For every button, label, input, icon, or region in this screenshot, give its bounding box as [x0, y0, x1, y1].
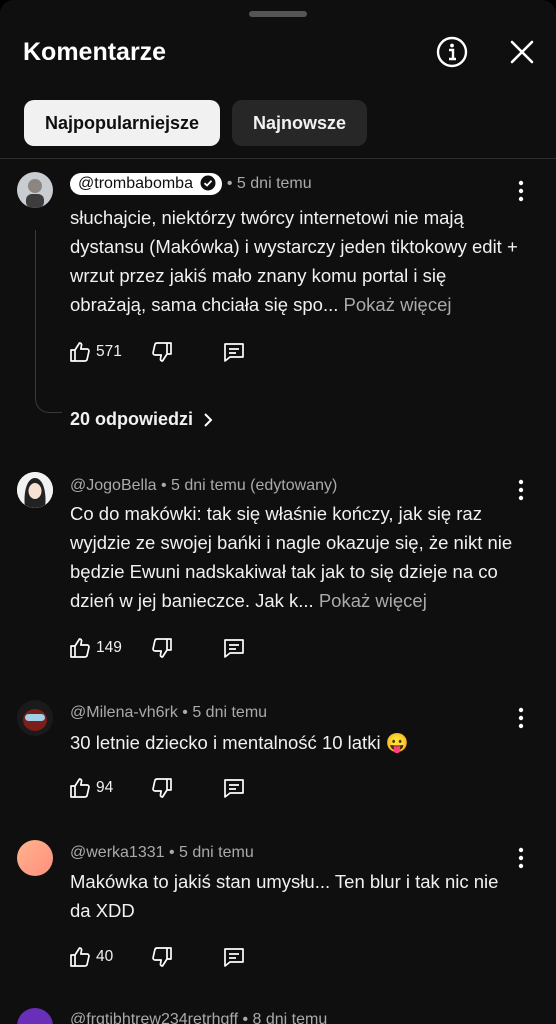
comment-meta: @Milena-vh6rk • 5 dni temu — [70, 704, 267, 722]
comment-meta: @frgtjbhtrew234retrhgff • 8 dni temu — [70, 1011, 327, 1024]
dislike-button[interactable] — [150, 633, 174, 663]
like-count: 571 — [96, 343, 122, 360]
drag-handle[interactable] — [249, 11, 307, 17]
comment-author[interactable]: @werka1331 — [70, 844, 165, 861]
close-icon — [510, 40, 534, 64]
more-actions-button[interactable] — [510, 178, 532, 204]
divider — [0, 158, 556, 159]
thumbs-down-icon — [152, 638, 172, 658]
avatar[interactable] — [17, 472, 53, 508]
reply-button[interactable] — [222, 633, 246, 663]
comment-time: • 5 dni temu (edytowany) — [160, 477, 338, 494]
reply-button[interactable] — [222, 773, 246, 803]
like-count: 149 — [96, 639, 122, 656]
comment-time: • 5 dni temu — [182, 704, 268, 721]
sort-chip-popular[interactable]: Najpopularniejsze — [24, 100, 220, 146]
reply-icon — [224, 343, 244, 362]
comment-author[interactable]: @Milena-vh6rk — [70, 704, 178, 721]
avatar[interactable] — [17, 840, 53, 876]
thumbs-up-icon — [70, 947, 90, 967]
author-chip[interactable]: @trombabomba — [70, 173, 223, 195]
dislike-button[interactable] — [150, 773, 174, 803]
sheet-title: Komentarze — [23, 38, 167, 66]
comment-author: @trombabomba — [78, 175, 193, 192]
comment-actions: 40 — [68, 942, 318, 972]
kebab-icon — [518, 180, 524, 202]
show-more-link[interactable]: Pokaż więcej — [319, 590, 427, 611]
comments-sheet: Komentarze Najpopularniejsze Najnowsze @… — [0, 0, 556, 1024]
sheet-header: Komentarze — [0, 28, 556, 80]
comment-body: Makówka to jakiś stan umysłu... Ten blur… — [70, 867, 520, 925]
sort-chips: Najpopularniejsze Najnowsze — [0, 100, 556, 148]
like-count: 94 — [96, 779, 114, 796]
like-button[interactable]: 149 — [68, 633, 122, 663]
avatar[interactable] — [17, 172, 53, 208]
comment-author[interactable]: @JogoBella — [70, 477, 157, 494]
comment-actions: 571 — [68, 337, 318, 367]
comment-body: słuchajcie, niektórzy twórcy internetowi… — [70, 203, 520, 319]
comment-text: Co do makówki: tak się właśnie kończy, j… — [70, 503, 513, 611]
comment-actions: 94 — [68, 773, 318, 803]
thread-line — [35, 230, 62, 413]
thumbs-down-icon — [152, 778, 172, 798]
comment-text: 30 letnie dziecko i mentalność 10 latki … — [70, 732, 409, 753]
info-button[interactable] — [436, 36, 468, 68]
comment-meta: @werka1331 • 5 dni temu — [70, 844, 254, 862]
comment-body: Co do makówki: tak się właśnie kończy, j… — [70, 499, 520, 615]
like-button[interactable]: 571 — [68, 337, 122, 367]
like-count: 40 — [96, 948, 114, 965]
comment-body: 30 letnie dziecko i mentalność 10 latki … — [70, 728, 520, 757]
avatar[interactable] — [17, 1008, 53, 1024]
comment-time: • 5 dni temu — [168, 844, 254, 861]
like-button[interactable]: 40 — [68, 942, 113, 972]
replies-link[interactable]: 20 odpowiedzi — [70, 409, 217, 430]
reply-icon — [224, 948, 244, 967]
show-more-link[interactable]: Pokaż więcej — [344, 294, 452, 315]
reply-icon — [224, 779, 244, 798]
comment-actions: 149 — [68, 633, 318, 663]
dislike-button[interactable] — [150, 337, 174, 367]
comment-time: • 5 dni temu — [226, 175, 312, 193]
comment-meta: @trombabomba • 5 dni temu — [70, 173, 312, 195]
thumbs-up-icon — [70, 778, 90, 798]
thumbs-up-icon — [70, 638, 90, 658]
reply-button[interactable] — [222, 942, 246, 972]
thumbs-up-icon — [70, 342, 90, 362]
like-button[interactable]: 94 — [68, 773, 113, 803]
sort-chip-newest[interactable]: Najnowsze — [232, 100, 367, 146]
comment-text: Makówka to jakiś stan umysłu... Ten blur… — [70, 871, 499, 921]
verified-icon — [200, 175, 216, 191]
comment-author[interactable]: @frgtjbhtrew234retrhgff — [70, 1011, 238, 1024]
replies-count: 20 odpowiedzi — [70, 409, 194, 429]
dislike-button[interactable] — [150, 942, 174, 972]
info-icon — [436, 36, 468, 68]
reply-button[interactable] — [222, 337, 246, 367]
thumbs-down-icon — [152, 342, 172, 362]
avatar[interactable] — [17, 700, 53, 736]
comment-time: • 8 dni temu — [242, 1011, 328, 1024]
thumbs-down-icon — [152, 947, 172, 967]
reply-icon — [224, 639, 244, 658]
chevron-right-icon — [204, 412, 213, 427]
comment-meta: @JogoBella • 5 dni temu (edytowany) — [70, 477, 337, 495]
close-button[interactable] — [506, 36, 538, 68]
